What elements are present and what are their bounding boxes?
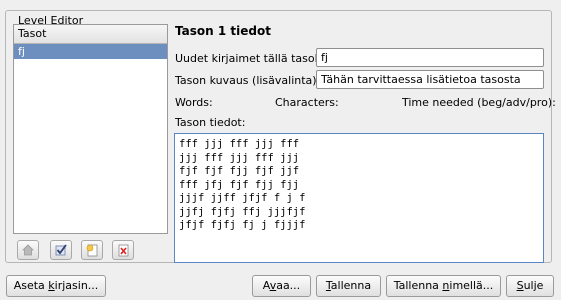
save-as-label-rest: imellä...	[449, 279, 494, 292]
new-letters-field[interactable]: fj	[316, 48, 544, 67]
level-text-line: fff jfj fjf fjj fjj	[179, 178, 300, 191]
level-text-line: fjf fjf fjj fjf jjf	[179, 165, 300, 177]
levels-list-header[interactable]: Tasot	[14, 25, 167, 44]
level-text-line: fff jjj fff jjj fff	[179, 138, 300, 150]
delete-icon	[118, 244, 129, 257]
add-document-icon	[86, 244, 98, 257]
home-button[interactable]	[17, 240, 39, 260]
set-letters-label-rest: irjasin...	[54, 279, 99, 292]
open-button[interactable]: Avaa...	[252, 275, 311, 297]
checkmark-icon	[55, 244, 67, 256]
save-as-label: Tallenna	[393, 279, 443, 292]
words-label: Words:	[175, 96, 213, 109]
apply-button[interactable]	[50, 240, 72, 260]
time-needed-label: Time needed (beg/adv/pro):	[402, 96, 556, 109]
level-text-line: jfjf fjfj fj j fjjjf	[179, 219, 306, 231]
description-field[interactable]: Tähän tarvittaessa lisätietoa tasosta	[316, 70, 544, 89]
home-icon	[22, 244, 34, 256]
new-level-button[interactable]	[81, 240, 103, 260]
close-mnemonic: S	[516, 279, 524, 292]
level-text-editor[interactable]: fff jjj fff jjj fff jjj fff jjj fff jjj …	[174, 133, 544, 263]
levels-list[interactable]: Tasot fj	[13, 24, 168, 234]
set-letters-label: Aseta	[13, 279, 49, 292]
save-button[interactable]: Tallenna	[316, 275, 381, 297]
close-label-rest: ulje	[523, 279, 544, 292]
set-letters-button[interactable]: Aseta kirjasin...	[6, 275, 106, 297]
list-item[interactable]: fj	[14, 44, 167, 59]
level-text-line: jjfj fjfj ffj jjjfjf	[179, 205, 306, 218]
save-label-rest: allenna	[330, 279, 372, 292]
delete-level-button[interactable]	[112, 240, 134, 260]
level-text-line: jjj fff jjj fff jjj	[179, 151, 300, 164]
close-button[interactable]: Sulje	[506, 275, 554, 297]
open-label-rest: aa...	[276, 279, 301, 292]
save-as-button[interactable]: Tallenna nimellä...	[386, 275, 501, 297]
level-text-line: jjjf jjff jfjf f j f	[179, 192, 306, 204]
open-label: A	[262, 279, 270, 292]
characters-label: Characters:	[275, 96, 339, 109]
description-label: Tason kuvaus (lisävalinta):	[175, 74, 321, 87]
level-data-label: Tason tiedot:	[175, 116, 246, 129]
new-letters-label: Uudet kirjaimet tällä tasolla	[175, 52, 328, 65]
level-details-title: Tason 1 tiedot	[175, 24, 271, 38]
